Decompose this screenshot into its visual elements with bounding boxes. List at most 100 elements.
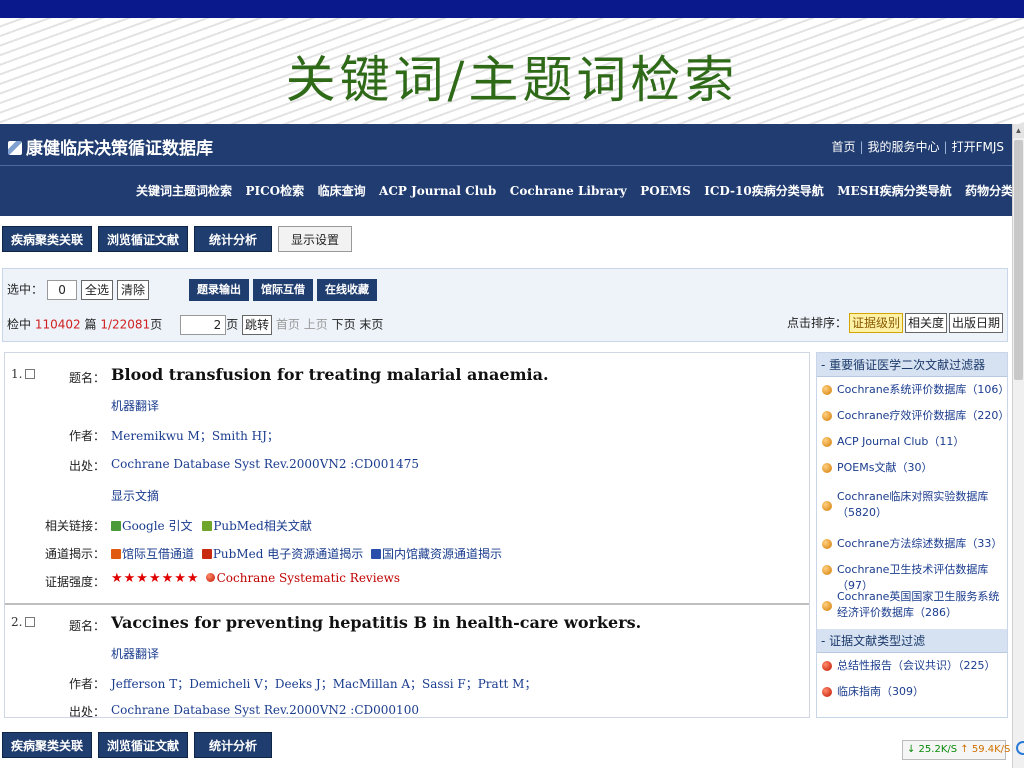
show-abstract-link[interactable]: 显示文摘 (111, 487, 159, 504)
sort-controls: 点击排序： 证据级别 相关度 出版日期 (787, 313, 1003, 333)
logo-icon (8, 141, 22, 155)
hit-prefix: 检中 (7, 317, 32, 332)
app-header: 康健临床决策循证数据库 首页 | 我的服务中心 | 打开FMJS (0, 124, 1012, 166)
statistics-button[interactable]: 统计分析 (194, 226, 273, 252)
record-divider (5, 603, 809, 605)
top-toolbar: 疾病聚类关联 浏览循证文献 统计分析 显示设置 (2, 226, 358, 252)
record-source[interactable]: Cochrane Database Syst Rev.2000VN2 :CD00… (111, 457, 419, 471)
disease-cluster-button[interactable]: 疾病聚类关联 (2, 226, 93, 252)
first-page-link[interactable]: 首页 (276, 318, 300, 332)
filter-bullet-icon (822, 501, 832, 511)
pager-row: 检中 110402 篇 1/22081页 2 页 跳转 首页 上页 下页 末页 (7, 315, 383, 335)
filter-item-label: Cochrane系统评价数据库（106） (837, 383, 1008, 396)
nav-acp[interactable]: ACP Journal Club (379, 184, 496, 198)
filter-item[interactable]: Cochrane临床对照实验数据库（5820） (817, 481, 1007, 531)
prev-page-link[interactable]: 上页 (304, 318, 328, 332)
channel-links: 馆际互借通道 PubMed 电子资源通道揭示 国内馆藏资源通道揭示 (111, 545, 502, 562)
bottom-toolbar: 疾病聚类关联 浏览循证文献 统计分析 (2, 732, 278, 758)
last-page-link[interactable]: 末页 (359, 318, 383, 332)
nav-poems[interactable]: POEMS (640, 184, 691, 198)
filter-heading-doc-type[interactable]: - 证据文献类型过滤 (817, 629, 1007, 653)
sort-relevance[interactable]: 相关度 (904, 313, 947, 333)
browse-evidence-button[interactable]: 浏览循证文献 (98, 226, 189, 252)
record-authors[interactable]: Meremikwu M；Smith HJ； (111, 427, 279, 444)
link-my-service[interactable]: 我的服务中心 (868, 140, 940, 154)
browse-evidence-button[interactable]: 浏览循证文献 (98, 732, 189, 758)
filter-item[interactable]: Cochrane卫生技术评估数据库（97） (817, 557, 1007, 592)
filter-item[interactable]: Cochrane系统评价数据库（106） (817, 377, 1007, 403)
evidence-source-link[interactable]: Cochrane Systematic Reviews (217, 571, 401, 585)
pubmed-icon (202, 521, 213, 531)
machine-translate-link[interactable]: 机器翻译 (111, 397, 159, 414)
evidence-stars: ★★★★★★★ (111, 571, 200, 586)
sort-pub-date[interactable]: 出版日期 (948, 313, 1003, 333)
filter-item-label: Cochrane临床对照实验数据库（5820） (837, 490, 989, 519)
statistics-button[interactable]: 统计分析 (194, 732, 273, 758)
pubmed-channel-link[interactable]: PubMed 电子资源通道揭示 (213, 547, 363, 561)
hit-unit: 篇 (84, 317, 97, 332)
nav-keyword-search[interactable]: 关键词主题词检索 (136, 182, 232, 199)
sort-evidence-level[interactable]: 证据级别 (848, 313, 903, 333)
filter-item[interactable]: POEMs文献（30） (817, 455, 1007, 481)
record-title[interactable]: Blood transfusion for treating malarial … (111, 365, 549, 384)
nav-cochrane[interactable]: Cochrane Library (510, 184, 627, 198)
scroll-up-icon[interactable]: ▲ (1013, 124, 1024, 138)
filter-item-label: ACP Journal Club（11） (837, 435, 965, 448)
google-citation-link[interactable]: Google 引文 (122, 519, 192, 533)
nav-pico[interactable]: PICO检索 (245, 182, 304, 199)
domestic-channel-link[interactable]: 国内馆藏资源通道揭示 (382, 547, 502, 561)
hit-total: 110402 (34, 317, 81, 332)
online-favorite-button[interactable]: 在线收藏 (317, 279, 378, 301)
filter-bullet-icon (822, 565, 832, 575)
page-number-input[interactable]: 2 (180, 315, 227, 335)
slide-top-bar (0, 0, 1024, 18)
filter-heading-text: 证据文献类型过滤 (829, 634, 926, 648)
select-all-button[interactable]: 全选 (81, 280, 114, 300)
filter-bullet-icon (822, 385, 832, 395)
disease-cluster-button[interactable]: 疾病聚类关联 (2, 732, 93, 758)
scroll-thumb[interactable] (1014, 140, 1023, 380)
filter-item[interactable]: 总结性报告（会议共识）（225） (817, 653, 1007, 679)
go-button[interactable]: 跳转 (242, 315, 273, 335)
filter-item[interactable]: Cochrane英国国家卫生服务系统经济评价数据库（286） (817, 583, 1007, 629)
app-logo[interactable]: 康健临床决策循证数据库 (8, 134, 213, 159)
filter-item[interactable]: Cochrane方法综述数据库（33） (817, 531, 1007, 557)
next-page-link[interactable]: 下页 (332, 318, 356, 332)
display-settings-button[interactable]: 显示设置 (278, 226, 353, 252)
filter-bullet-icon (822, 437, 832, 447)
record-title[interactable]: Vaccines for preventing hepatitis B in h… (111, 613, 641, 632)
ill-button[interactable]: 馆际互借 (253, 279, 314, 301)
filter-item[interactable]: 临床指南（309） (817, 679, 1007, 705)
domestic-channel-icon (371, 549, 382, 559)
page-info: 1/22081 (100, 317, 151, 332)
ill-channel-link[interactable]: 馆际互借通道 (122, 547, 194, 561)
filter-heading-text: 重要循证医学二次文献过滤器 (829, 358, 986, 372)
export-citation-button[interactable]: 题录输出 (189, 279, 250, 301)
page-scrollbar[interactable]: ▲ (1012, 124, 1024, 768)
filter-heading-secondary[interactable]: - 重要循证医学二次文献过滤器 (817, 353, 1007, 377)
result-control-panel: 选中： 0 全选 清除 题录输出 馆际互借 在线收藏 检中 110402 篇 1/22081… (2, 268, 1008, 342)
machine-translate-link[interactable]: 机器翻译 (111, 645, 159, 662)
record-source[interactable]: Cochrane Database Syst Rev.2000VN2 :CD00… (111, 703, 419, 717)
authors-label: 作者： (68, 677, 105, 691)
link-home[interactable]: 首页 (831, 140, 855, 154)
related-links: Google 引文 PubMed相关文献 (111, 517, 312, 534)
nav-icd10[interactable]: ICD-10疾病分类导航 (704, 182, 823, 199)
selection-row: 选中： 0 全选 清除 题录输出 馆际互借 在线收藏 (7, 279, 381, 301)
clear-button[interactable]: 清除 (117, 280, 150, 300)
cochrane-dot-icon (205, 573, 215, 582)
network-speed-meter: ↓ 25.2K/S ↑ 59.4K/S (902, 740, 1024, 760)
top-links: 首页 | 我的服务中心 | 打开FMJS (831, 138, 1004, 155)
selected-count-field[interactable]: 0 (47, 280, 78, 300)
upload-speed: ↑ 59.4K/S (960, 744, 1011, 755)
nav-mesh[interactable]: MESH疾病分类导航 (837, 182, 951, 199)
link-open-fmjs[interactable]: 打开FMJS (952, 140, 1004, 154)
download-speed: ↓ 25.2K/S (907, 744, 958, 755)
nav-clinical-query[interactable]: 临床查询 (318, 182, 366, 199)
filter-bullet-icon (822, 687, 832, 697)
pubmed-related-link[interactable]: PubMed相关文献 (213, 519, 312, 533)
record-authors[interactable]: Jefferson T；Demicheli V；Deeks J；MacMilla… (111, 675, 536, 692)
filter-item[interactable]: Cochrane疗效评价数据库（220） (817, 403, 1007, 429)
filter-item[interactable]: ACP Journal Club（11） (817, 429, 1007, 455)
google-icon (111, 521, 121, 531)
